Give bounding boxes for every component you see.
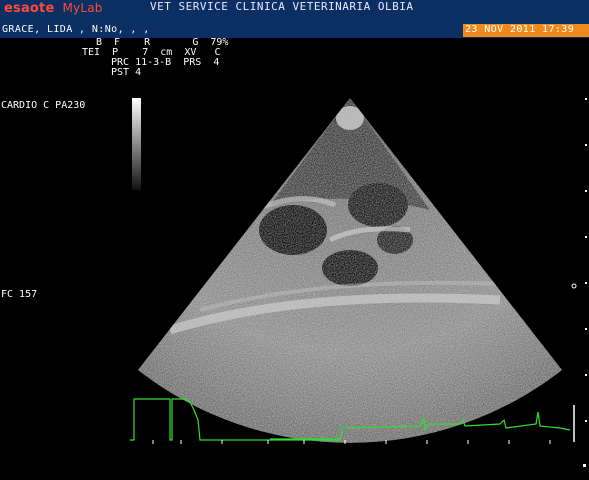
focus-marker-icon (571, 283, 577, 289)
ultrasound-image (130, 98, 587, 467)
depth-scale (583, 98, 587, 467)
sector-scan (138, 98, 562, 443)
